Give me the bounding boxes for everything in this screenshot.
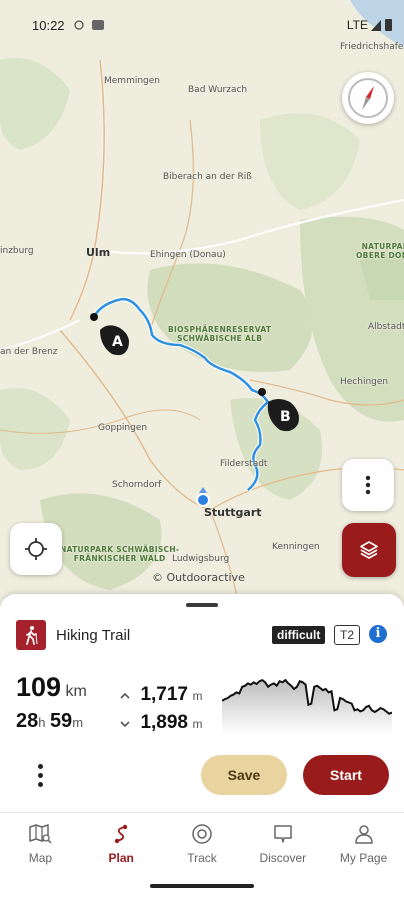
- hours-unit: h: [38, 715, 46, 730]
- duration-hours: 28: [16, 710, 39, 732]
- map-layers-button[interactable]: [342, 523, 396, 577]
- descent-value: 1,898: [140, 712, 188, 733]
- ascent-value: 1,717: [140, 684, 188, 705]
- nav-plan[interactable]: Plan: [81, 813, 162, 875]
- signal-battery-icon: [371, 19, 392, 31]
- route-more-button[interactable]: [26, 758, 54, 792]
- map-label: Schorndorf: [112, 480, 162, 490]
- nav-track[interactable]: Track: [162, 813, 243, 875]
- track-icon: [192, 824, 212, 844]
- more-vert-icon: [365, 475, 371, 495]
- map-label: NATURPARK SCHWÄBISCH- FRÄNKISCHER WALD: [60, 545, 180, 563]
- plan-icon: [114, 824, 128, 844]
- nav-label: Map: [28, 851, 53, 865]
- dot: [37, 763, 43, 769]
- hiking-icon: [16, 620, 46, 650]
- map-label: Ulm: [86, 246, 111, 259]
- layers-icon: [360, 541, 378, 559]
- descent-unit: m: [192, 717, 203, 731]
- discover-icon: [274, 825, 292, 843]
- distance-value: 109: [16, 672, 62, 702]
- sheet-drag-handle[interactable]: [186, 603, 218, 607]
- status-time: 10:22: [32, 18, 65, 33]
- dot: [37, 772, 43, 778]
- map-label: Filderstadt: [220, 459, 268, 469]
- distance-unit: km: [65, 683, 87, 700]
- descent-stat: 1,898 m: [120, 712, 202, 734]
- status-icons: [74, 20, 104, 30]
- map-copyright: © Outdooractive: [152, 571, 245, 584]
- map-label: an der Brenz: [0, 347, 58, 357]
- status-bar: 10:22 LTE: [0, 0, 404, 48]
- chevron-down-icon: [120, 721, 130, 728]
- nav-map[interactable]: Map: [0, 813, 81, 875]
- map-label: Kenningen: [272, 542, 320, 552]
- save-button[interactable]: Save: [201, 755, 287, 795]
- elevation-profile[interactable]: [222, 664, 392, 734]
- map-options-button[interactable]: [342, 459, 394, 511]
- nav-label: My Page: [339, 851, 388, 865]
- map-icon: [29, 824, 52, 844]
- map-label: Hechingen: [340, 377, 389, 387]
- bottom-navigation: Map Plan Track Discover My Page: [0, 812, 404, 875]
- map-label: Stuttgart: [204, 506, 262, 519]
- map-label: Goppingen: [98, 423, 148, 433]
- map-label: Albstadt: [368, 322, 404, 332]
- map-label: Ehingen (Donau): [150, 250, 226, 260]
- map-label: Memmingen: [104, 76, 160, 86]
- minutes-unit: m: [72, 715, 84, 730]
- dot: [37, 781, 43, 787]
- duration-minutes: 59: [49, 710, 73, 732]
- map-label: BIOSPHÄRENRESERVAT SCHWÄBISCHE ALB: [168, 325, 272, 343]
- nav-label: Track: [187, 851, 217, 865]
- network-label: LTE: [346, 18, 368, 32]
- ascent-unit: m: [192, 689, 203, 703]
- crosshair-icon: [25, 538, 47, 560]
- hiker-icon: [26, 626, 38, 645]
- map-label: Biberach an der Riß: [163, 172, 252, 182]
- marker-a-label: A: [112, 334, 123, 350]
- locate-me-button[interactable]: [10, 523, 62, 575]
- difficulty-badge: difficult: [272, 626, 326, 644]
- nav-discover[interactable]: Discover: [242, 813, 323, 875]
- distance-stat: 109 km: [16, 672, 87, 703]
- info-icon[interactable]: i: [369, 625, 387, 643]
- my-page-icon: [354, 825, 373, 844]
- nav-label: Discover: [259, 851, 307, 865]
- start-button[interactable]: Start: [303, 755, 389, 795]
- trail-type-label: Hiking Trail: [56, 627, 131, 644]
- nav-label: Plan: [108, 851, 134, 865]
- home-indicator: [150, 884, 254, 888]
- map-label: NATURPARK OBERE DONAU: [356, 242, 404, 260]
- ascent-stat: 1,717 m: [120, 684, 202, 706]
- nav-my-page[interactable]: My Page: [323, 813, 404, 875]
- compass-button[interactable]: [342, 72, 394, 124]
- map-label: Bad Wurzach: [188, 85, 248, 95]
- grade-badge: T2: [334, 625, 361, 645]
- chevron-up-icon: [120, 692, 130, 699]
- route-bottom-sheet: Hiking Trail difficult T2 i 109 km 28h 5…: [0, 594, 404, 900]
- map-label: inzburg: [0, 246, 34, 256]
- map-view[interactable]: Friedrichshafen Memmingen Bad Wurzach Bi…: [0, 0, 404, 610]
- map-label: Ludwigsburg: [172, 554, 230, 564]
- marker-b-label: B: [280, 409, 291, 425]
- compass-icon: [348, 78, 388, 118]
- duration-stat: 28h 59m: [16, 710, 83, 733]
